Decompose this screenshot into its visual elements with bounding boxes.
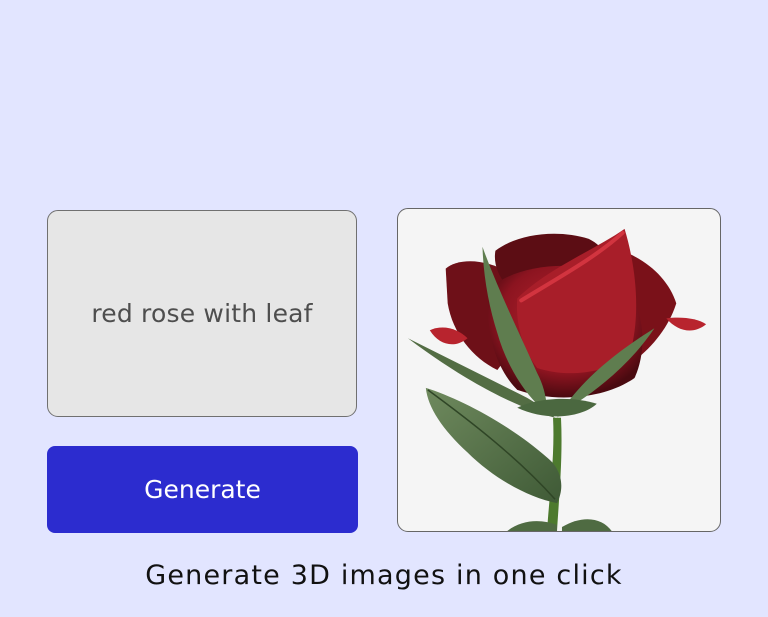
rose-petal-tip-right	[666, 317, 707, 331]
generate-button[interactable]: Generate	[47, 446, 358, 533]
prompt-text: red rose with leaf	[91, 299, 313, 328]
tagline: Generate 3D images in one click	[145, 560, 623, 591]
generated-image-frame	[397, 208, 721, 532]
prompt-input[interactable]: red rose with leaf	[47, 210, 357, 417]
generated-rose-image	[407, 228, 707, 531]
